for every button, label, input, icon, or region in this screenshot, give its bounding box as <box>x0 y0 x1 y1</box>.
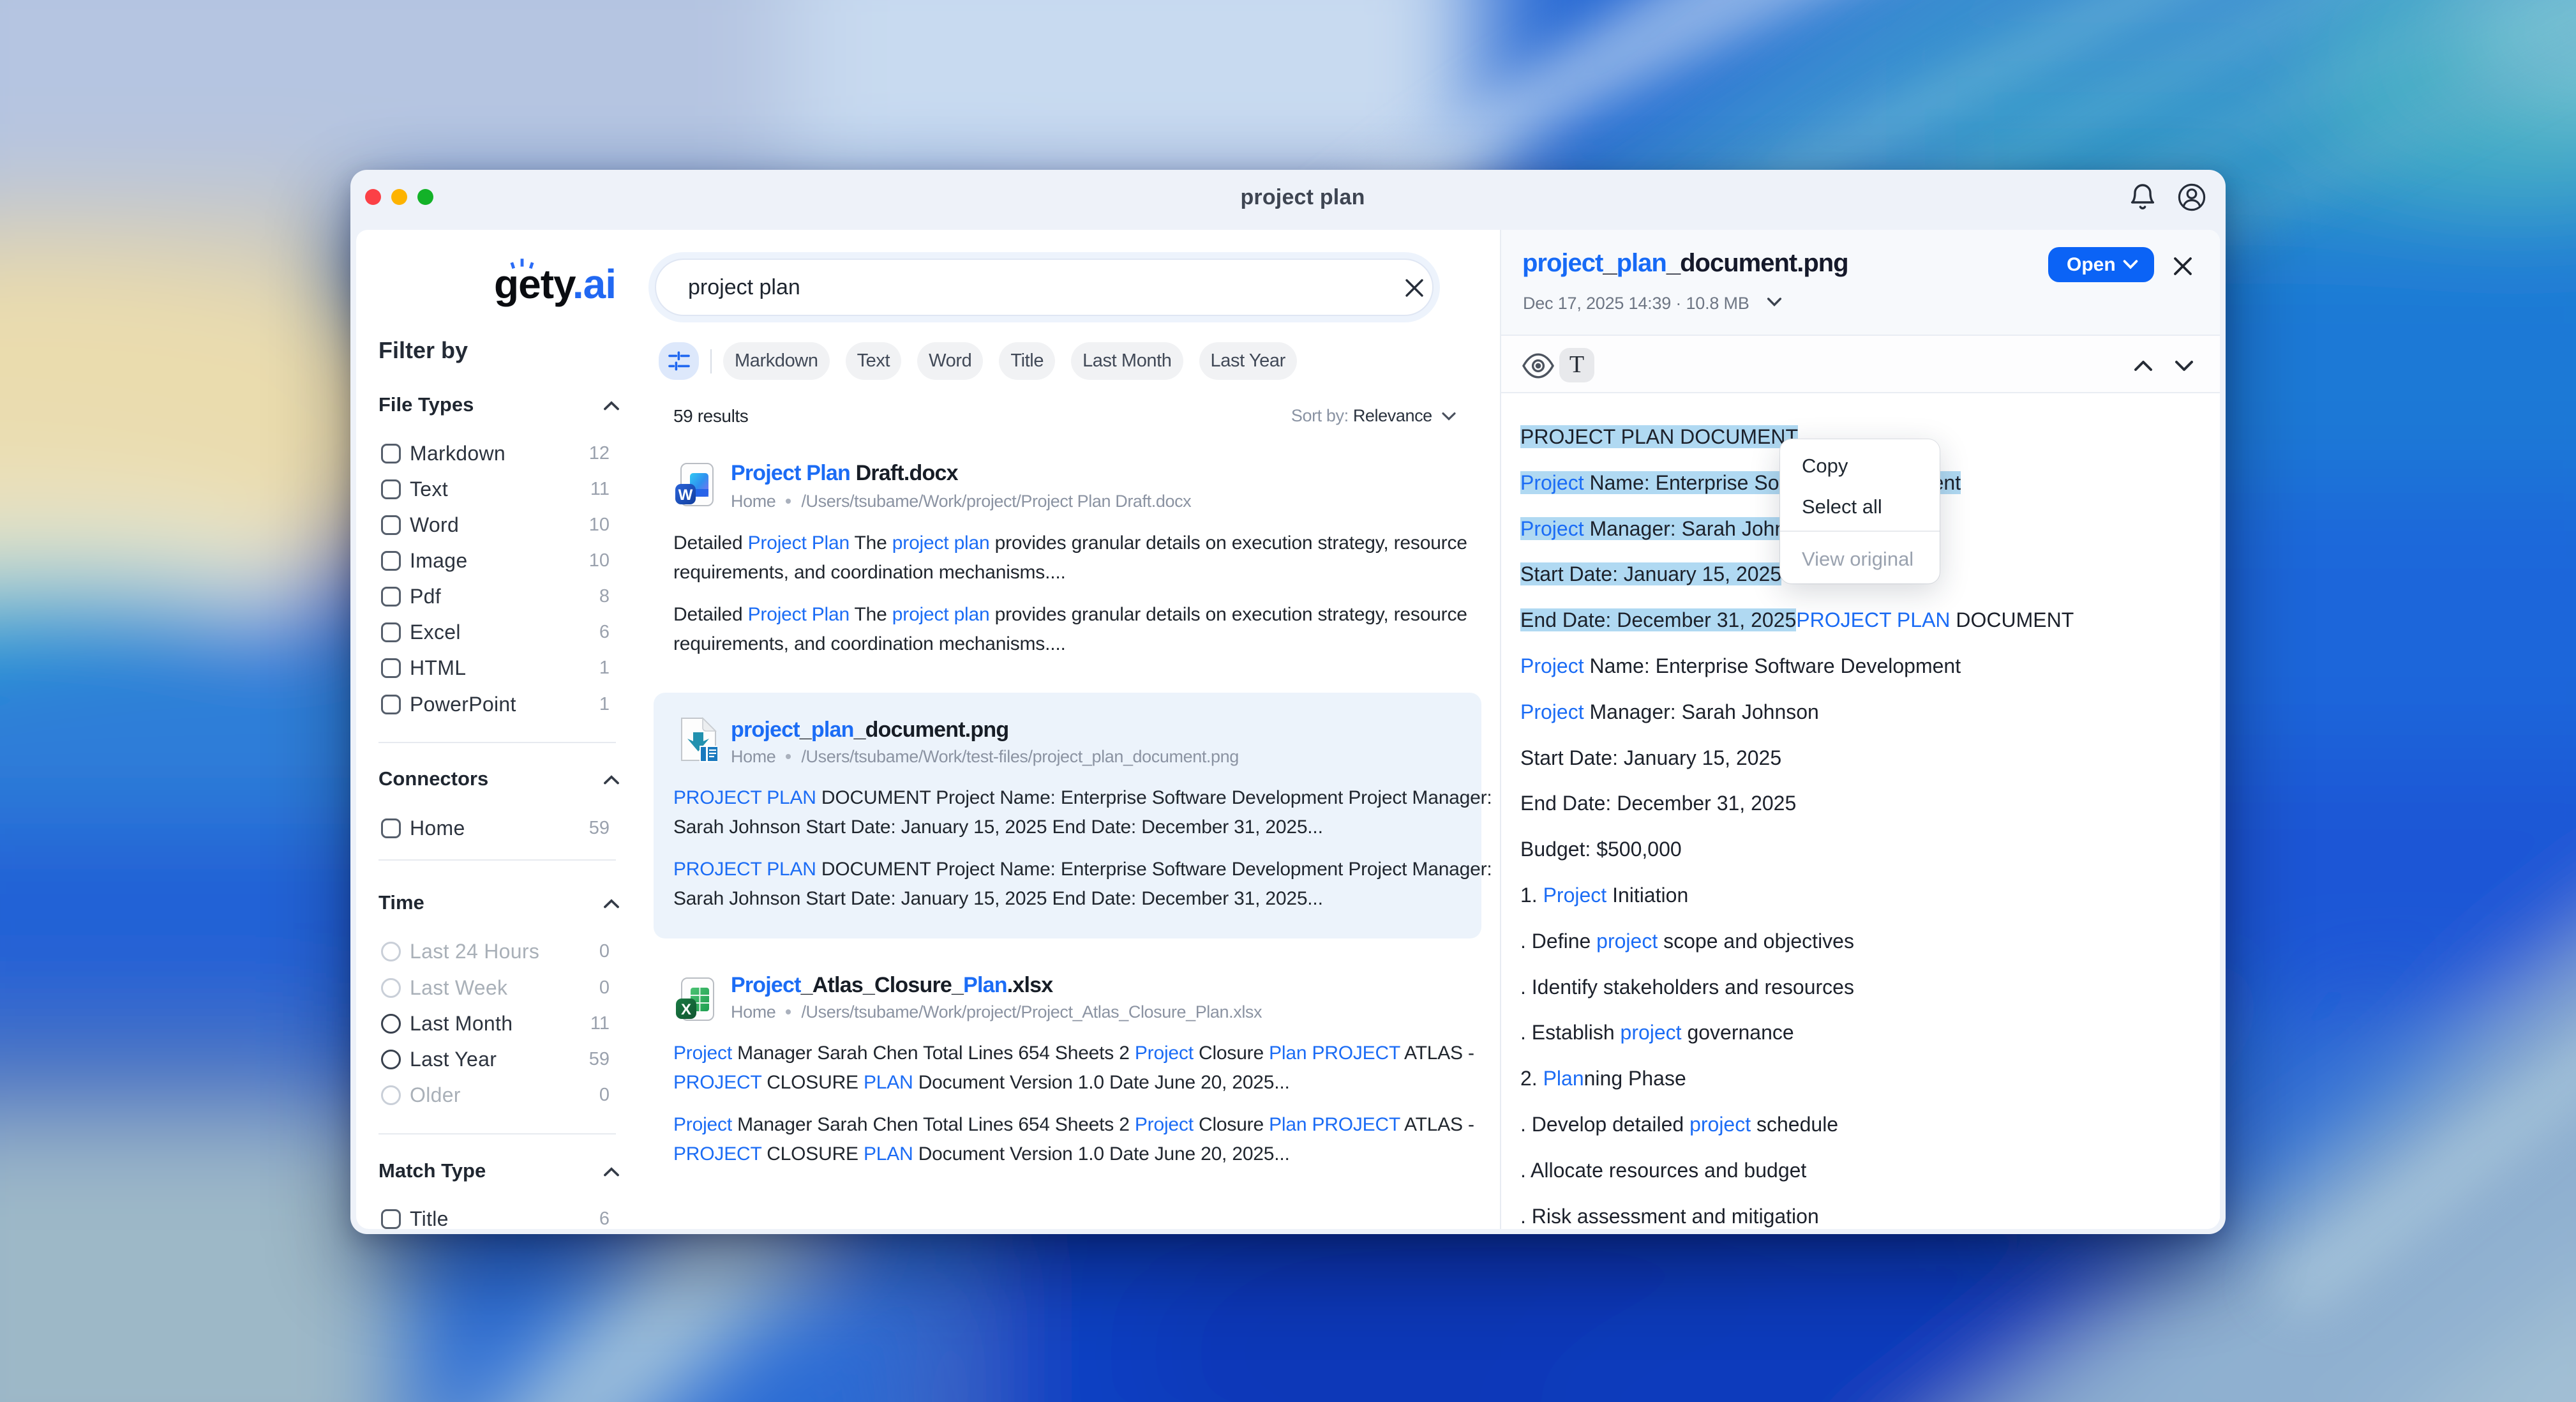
svg-text:X: X <box>681 1001 691 1018</box>
svg-text:W: W <box>678 486 693 504</box>
